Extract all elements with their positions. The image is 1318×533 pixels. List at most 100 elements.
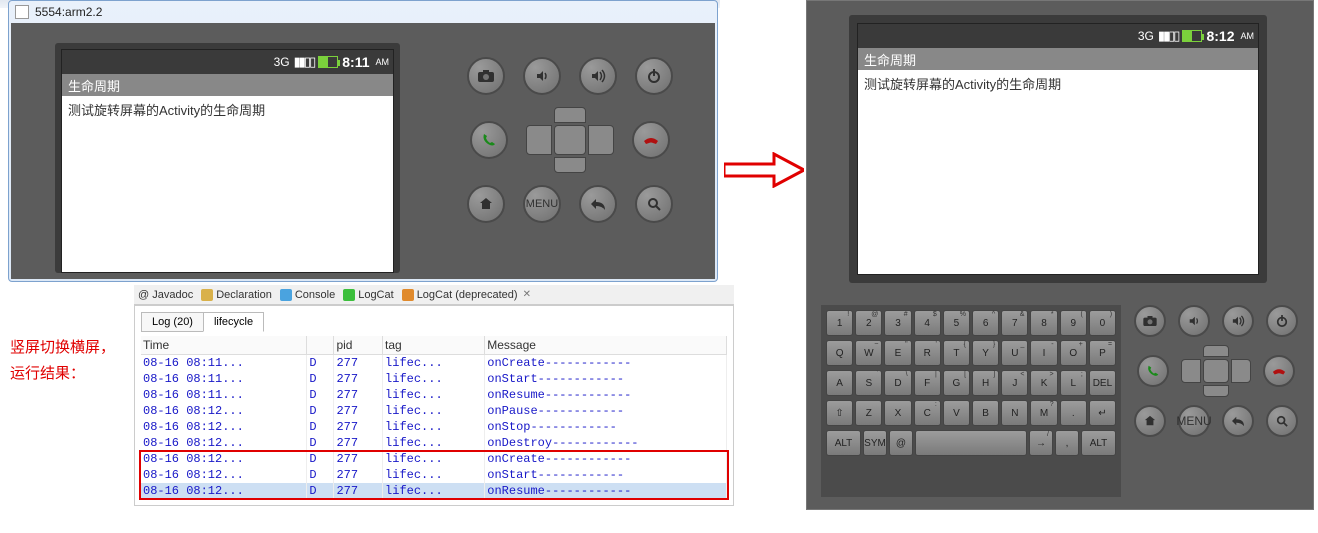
key-C[interactable]: C: (914, 400, 941, 426)
col-msg[interactable]: Message (485, 336, 727, 355)
key-DEL[interactable]: DEL (1089, 370, 1116, 396)
key-K[interactable]: K> (1030, 370, 1057, 396)
col-time[interactable]: Time (141, 336, 307, 355)
key-H[interactable]: H] (972, 370, 999, 396)
key-Z[interactable]: Z (855, 400, 882, 426)
table-row[interactable]: 08-16 08:12...D277lifec...onStart-------… (141, 467, 727, 483)
logcat-table[interactable]: Time pid tag Message 08-16 08:11...D277l… (141, 336, 727, 499)
key-N[interactable]: N (1001, 400, 1028, 426)
key-W[interactable]: W~ (855, 340, 882, 366)
table-row[interactable]: 08-16 08:12...D277lifec...onCreate------… (141, 451, 727, 467)
table-row[interactable]: 08-16 08:12...D277lifec...onResume------… (141, 483, 727, 499)
col-tag[interactable]: tag (383, 336, 485, 355)
key-1[interactable]: 1! (826, 310, 853, 336)
key-2[interactable]: 2@ (855, 310, 882, 336)
key-ALT[interactable]: ALT (1081, 430, 1116, 456)
table-row[interactable]: 08-16 08:12...D277lifec...onStop--------… (141, 419, 727, 435)
dpad-down[interactable] (1203, 385, 1229, 397)
key-Q[interactable]: Q (826, 340, 853, 366)
dpad-right[interactable] (588, 125, 614, 155)
view-console[interactable]: Console (280, 289, 335, 301)
call-button[interactable] (1137, 355, 1169, 387)
dpad-right[interactable] (1231, 359, 1251, 383)
key-space[interactable] (915, 430, 1027, 456)
key-9[interactable]: 9( (1060, 310, 1087, 336)
view-logcat[interactable]: LogCat (343, 289, 393, 301)
key-→[interactable]: →/ (1029, 430, 1053, 456)
dpad-up[interactable] (1203, 345, 1229, 357)
search-button[interactable] (635, 185, 673, 223)
search-button[interactable] (1266, 405, 1298, 437)
table-row[interactable]: 08-16 08:12...D277lifec...onDestroy-----… (141, 435, 727, 451)
ide-view-tabs[interactable]: @ Javadoc Declaration Console LogCat Log… (134, 285, 734, 305)
key-R[interactable]: R' (914, 340, 941, 366)
key-↵[interactable]: ↵ (1089, 400, 1116, 426)
key-E[interactable]: E" (884, 340, 911, 366)
key-⇧[interactable]: ⇧ (826, 400, 853, 426)
camera-button[interactable] (467, 57, 505, 95)
key-6[interactable]: 6^ (972, 310, 999, 336)
key-5[interactable]: 5% (943, 310, 970, 336)
key-4[interactable]: 4$ (914, 310, 941, 336)
key-Y[interactable]: Y} (972, 340, 999, 366)
back-button[interactable] (1222, 405, 1254, 437)
dpad-left[interactable] (1181, 359, 1201, 383)
close-icon[interactable]: ✕ (523, 289, 531, 300)
view-logcat-deprecated[interactable]: LogCat (deprecated)✕ (402, 289, 531, 301)
view-javadoc[interactable]: @ Javadoc (138, 289, 193, 301)
key-M[interactable]: M? (1030, 400, 1057, 426)
key-V[interactable]: V (943, 400, 970, 426)
volume-down-button[interactable] (1178, 305, 1210, 337)
home-button[interactable] (1134, 405, 1166, 437)
key-I[interactable]: I- (1030, 340, 1057, 366)
dpad-center[interactable] (554, 125, 586, 155)
dpad-center[interactable] (1203, 359, 1229, 383)
dpad-up[interactable] (554, 107, 586, 123)
phone-screen-landscape[interactable]: 3G ▮▮▯▯ 8:12 AM 生命周期 测试旋转屏幕的Activity的生命周… (857, 23, 1259, 275)
volume-up-button[interactable] (579, 57, 617, 95)
emulator-titlebar[interactable]: 5554:arm2.2 (9, 1, 717, 23)
key-B[interactable]: B (972, 400, 999, 426)
end-call-button[interactable] (1263, 355, 1295, 387)
phone-screen[interactable]: 3G ▮▮▯▯ 8:11 AM 生命周期 测试旋转屏幕的Activity的生命周… (61, 49, 394, 273)
key-T[interactable]: T{ (943, 340, 970, 366)
key-F[interactable]: F| (914, 370, 941, 396)
key-U[interactable]: U_ (1001, 340, 1028, 366)
dpad-left[interactable] (526, 125, 552, 155)
key-G[interactable]: G[ (943, 370, 970, 396)
key-S[interactable]: S` (855, 370, 882, 396)
key-A[interactable]: A (826, 370, 853, 396)
key-7[interactable]: 7& (1001, 310, 1028, 336)
key-.[interactable]: . (1060, 400, 1087, 426)
key-,[interactable]: , (1055, 430, 1079, 456)
key-ALT[interactable]: ALT (826, 430, 861, 456)
table-row[interactable]: 08-16 08:11...D277lifec...onCreate------… (141, 355, 727, 372)
col-pid[interactable]: pid (334, 336, 383, 355)
back-button[interactable] (579, 185, 617, 223)
filter-tab-log[interactable]: Log (20) (141, 312, 204, 332)
filter-tab-lifecycle[interactable]: lifecycle (203, 312, 264, 332)
table-row[interactable]: 08-16 08:11...D277lifec...onResume------… (141, 387, 727, 403)
key-X[interactable]: X (884, 400, 911, 426)
key-P[interactable]: P= (1089, 340, 1116, 366)
menu-button[interactable]: MENU (1178, 405, 1210, 437)
key-0[interactable]: 0) (1089, 310, 1116, 336)
key-L[interactable]: L; (1060, 370, 1087, 396)
key-@[interactable]: @ (889, 430, 913, 456)
end-call-button[interactable] (632, 121, 670, 159)
col-level[interactable] (307, 336, 334, 355)
volume-up-button[interactable] (1222, 305, 1254, 337)
table-row[interactable]: 08-16 08:11...D277lifec...onStart-------… (141, 371, 727, 387)
camera-button[interactable] (1134, 305, 1166, 337)
home-button[interactable] (467, 185, 505, 223)
table-row[interactable]: 08-16 08:12...D277lifec...onPause-------… (141, 403, 727, 419)
menu-button[interactable]: MENU (523, 185, 561, 223)
key-D[interactable]: D\ (884, 370, 911, 396)
key-SYM[interactable]: SYM (863, 430, 887, 456)
emulator-portrait-window[interactable]: 5554:arm2.2 3G ▮▮▯▯ 8:11 AM 生命周期 测试旋转屏幕的… (8, 0, 718, 282)
key-O[interactable]: O+ (1060, 340, 1087, 366)
volume-down-button[interactable] (523, 57, 561, 95)
power-button[interactable] (1266, 305, 1298, 337)
key-8[interactable]: 8* (1030, 310, 1057, 336)
view-declaration[interactable]: Declaration (201, 289, 272, 301)
